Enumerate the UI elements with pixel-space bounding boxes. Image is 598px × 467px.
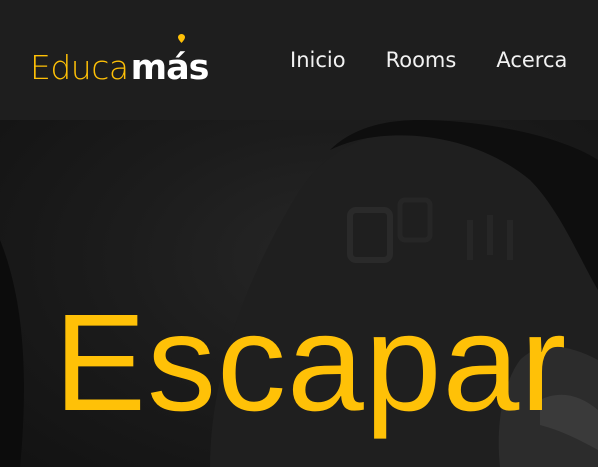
nav-link-rooms[interactable]: Rooms <box>386 46 457 74</box>
nav-link-inicio[interactable]: Inicio <box>290 46 346 74</box>
nav-link-acerca[interactable]: Acerca <box>496 46 567 74</box>
brand-logo[interactable]: Educa más <box>30 38 210 88</box>
nav-menu: Inicio Rooms Acerca <box>290 46 567 74</box>
location-pin-icon <box>178 34 185 43</box>
brand-name-light: Educa <box>30 48 129 87</box>
brand-name-bold: más <box>130 48 210 88</box>
hero-title: Escapar <box>54 286 568 440</box>
navbar: Educa más Inicio Rooms Acerca <box>0 0 598 120</box>
hero-section: Escapar <box>0 120 598 467</box>
page: Educa más Inicio Rooms Acerca Escapar <box>0 0 598 467</box>
